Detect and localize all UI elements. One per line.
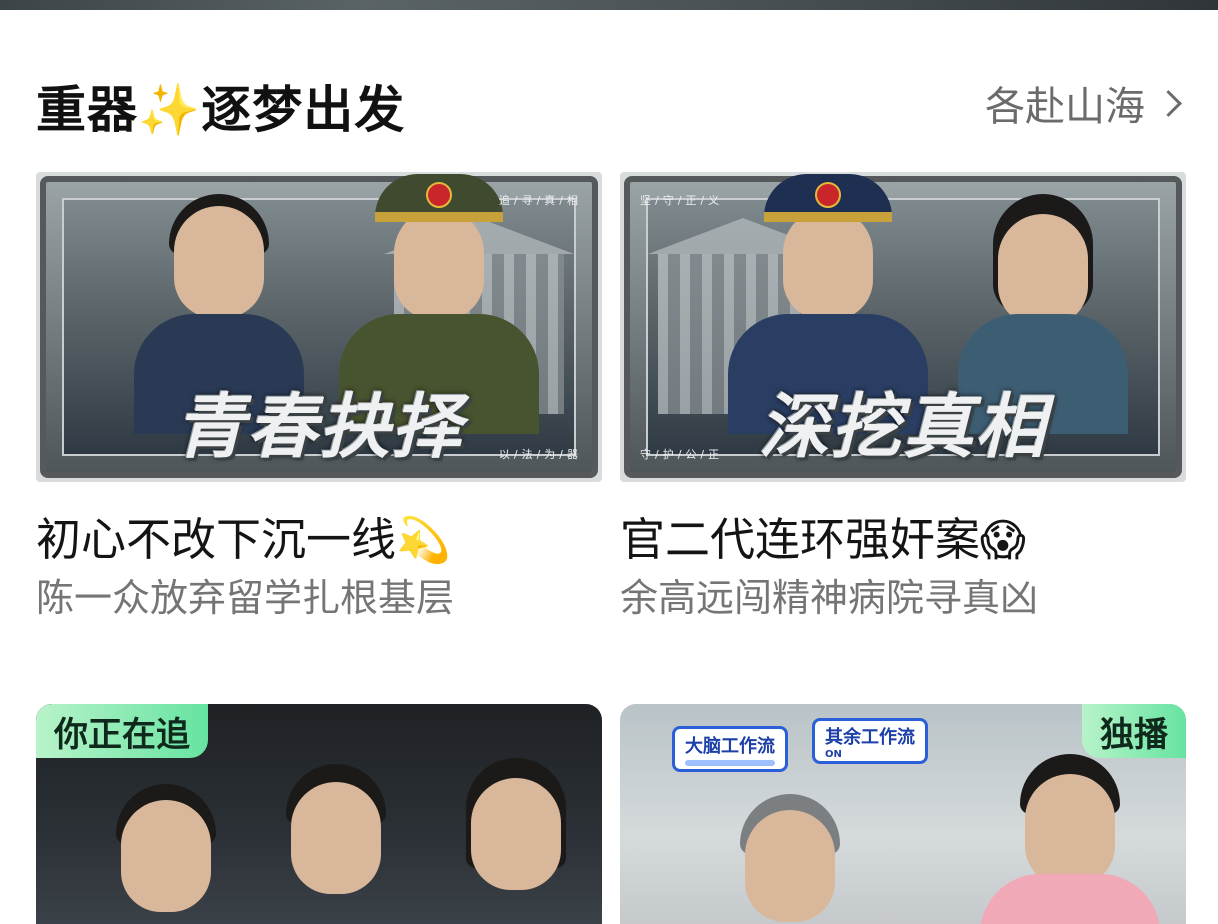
card-title[interactable]: 初心不改下沉一线💫 <box>36 512 602 569</box>
character-figure <box>86 744 246 924</box>
more-link-label: 各赴山海 <box>985 84 1145 130</box>
exclusive-badge: 独播 <box>1082 704 1186 758</box>
video-card-1[interactable]: 追/寻/真/相 以/法/为/器 青春抉择 初心不改下沉一线💫 陈一众放弃留学扎根… <box>36 172 602 625</box>
sparkle-icon: ✨ <box>138 81 202 139</box>
video-thumbnail-3[interactable]: 你正在追 <box>36 704 602 924</box>
card-subtitle: 余高远闯精神病院寻真凶 <box>620 576 1039 620</box>
top-banner-edge <box>0 0 1218 10</box>
poster-title: 深挖真相 <box>759 386 1047 468</box>
poster-tag-top: 坚/守/正/义 <box>640 194 724 207</box>
card-title[interactable]: 官二代连环强奸案😱 <box>620 512 1186 569</box>
character-figure <box>436 744 596 924</box>
card-title-text: 官二代连环强奸案 <box>620 513 981 566</box>
character-figure <box>980 744 1160 924</box>
section-header: 重器✨逐梦出发 各赴山海 <box>36 64 1186 140</box>
section-title: 重器✨逐梦出发 <box>36 70 405 142</box>
chevron-right-icon <box>1155 89 1182 117</box>
screaming-face-icon: 😱 <box>980 515 1026 566</box>
brain-workflow-label: 大脑工作流 <box>672 726 788 772</box>
character-figure <box>700 774 880 924</box>
dizzy-icon: 💫 <box>396 515 451 566</box>
poster-image-2[interactable]: 坚/守/正/义 守/护/公/正 深挖真相 <box>620 172 1186 482</box>
status-badge: 你正在追 <box>36 704 208 758</box>
poster-tag-top: 追/寻/真/相 <box>498 194 582 207</box>
poster-image-1[interactable]: 追/寻/真/相 以/法/为/器 青春抉择 <box>36 172 602 482</box>
poster-title: 青春抉择 <box>175 386 463 468</box>
video-card-2[interactable]: 坚/守/正/义 守/护/公/正 深挖真相 官二代连环强奸案😱 余高远闯精神病院寻… <box>620 172 1186 625</box>
video-thumbnail-4[interactable]: 大脑工作流 其余工作流 ON 独播 <box>620 704 1186 924</box>
character-figure <box>256 744 416 924</box>
section-title-part1: 重器 <box>36 81 138 139</box>
card-subtitle: 陈一众放弃留学扎根基层 <box>36 576 455 620</box>
other-workflow-label: 其余工作流 ON <box>812 718 928 764</box>
more-link[interactable]: 各赴山海 <box>985 74 1186 132</box>
section-title-part2: 逐梦出发 <box>201 81 406 139</box>
card-title-text: 初心不改下沉一线 <box>36 513 397 566</box>
